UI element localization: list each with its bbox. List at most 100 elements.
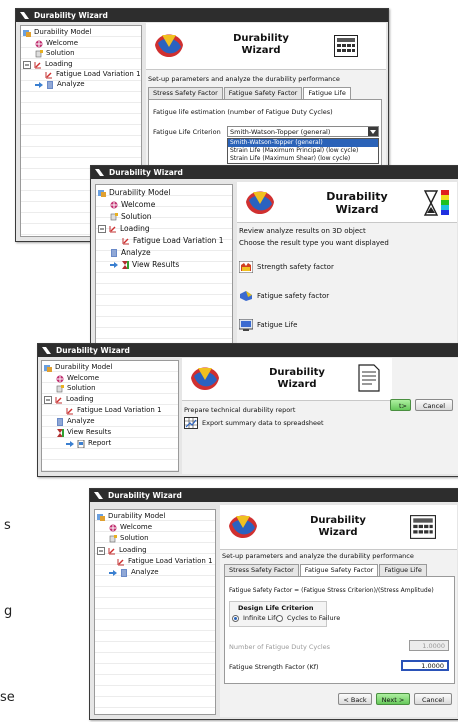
- tree-item-analyze[interactable]: Analyze: [35, 80, 85, 89]
- window-titlebar[interactable]: Durability Wizard: [16, 9, 388, 22]
- model-icon: [97, 513, 105, 521]
- tree-item-variation[interactable]: Fatigue Load Variation 1: [45, 70, 141, 79]
- tree-item-solution[interactable]: Solution: [110, 212, 152, 221]
- tree-item-analyze[interactable]: Analyze: [110, 248, 151, 257]
- next-button[interactable]: t>: [390, 399, 411, 411]
- wizard-menu-icon[interactable]: [20, 12, 29, 19]
- radio-cycles-to-failure[interactable]: Cycles to Failure: [276, 614, 340, 622]
- welcome-icon: [109, 524, 117, 531]
- tree-item-root[interactable]: Durability Model: [44, 363, 112, 372]
- chevron-down-icon[interactable]: [368, 127, 378, 136]
- tree-item-loading[interactable]: Loading: [97, 546, 147, 555]
- arrow-icon: [109, 569, 117, 576]
- result-option-strength[interactable]: Strength safety factor: [239, 261, 334, 273]
- wizard-window-view-results: Durability Wizard Durability Model Welco…: [90, 165, 458, 357]
- dropdown-option[interactable]: Strain Life (Maximum Principal) (low cyc…: [228, 147, 378, 155]
- tree-label: Analyze: [131, 568, 159, 576]
- collapse-icon[interactable]: [23, 60, 31, 69]
- loading-icon: [108, 547, 115, 554]
- tree-item-solution[interactable]: Solution: [35, 49, 75, 58]
- window-titlebar[interactable]: Durability Wizard: [38, 344, 458, 357]
- back-button[interactable]: < Back: [338, 693, 372, 705]
- wizard-menu-icon[interactable]: [95, 169, 104, 176]
- tree-label: Fatigue Load Variation 1: [128, 557, 213, 565]
- tree-label: Loading: [120, 224, 150, 233]
- tree-item-root[interactable]: Durability Model: [98, 188, 171, 197]
- tree-label: Welcome: [67, 374, 100, 382]
- criterion-label: Fatigue Life Criterion: [153, 128, 221, 136]
- tree-item-loading[interactable]: Loading: [23, 60, 73, 69]
- tree-item-view-results[interactable]: View Results: [110, 260, 179, 269]
- tree-item-solution[interactable]: Solution: [109, 534, 149, 543]
- spreadsheet-icon: [184, 417, 198, 429]
- cancel-button[interactable]: Cancel: [415, 399, 453, 411]
- tree-item-loading[interactable]: Loading: [98, 224, 150, 233]
- tree-label: Durability Model: [108, 512, 166, 520]
- strength-factor-input[interactable]: 1.0000: [401, 660, 449, 671]
- radio-infinite-life[interactable]: Infinite Life: [232, 614, 279, 622]
- wizard-window-fatigue-safety: Durability Wizard Durability Model Welco…: [89, 488, 458, 720]
- export-option[interactable]: Export summary data to spreadsheet: [184, 416, 324, 430]
- radio-label: Cycles to Failure: [287, 614, 341, 622]
- dropdown-option[interactable]: Smith-Watson-Topper (general): [228, 139, 378, 147]
- window-titlebar[interactable]: Durability Wizard: [91, 166, 458, 179]
- tree-item-variation[interactable]: Fatigue Load Variation 1: [122, 236, 224, 245]
- tree-item-welcome[interactable]: Welcome: [56, 374, 99, 383]
- tree-label: Solution: [46, 49, 75, 57]
- tree-item-variation[interactable]: Fatigue Load Variation 1: [66, 406, 162, 415]
- tree-item-loading[interactable]: Loading: [44, 395, 94, 404]
- window-title: Durability Wizard: [108, 491, 182, 500]
- option-label: Strength safety factor: [257, 263, 334, 271]
- window-titlebar[interactable]: Durability Wizard: [90, 489, 458, 502]
- tree-label: Analyze: [67, 417, 95, 425]
- instruction-text: Prepare technical durability report: [184, 406, 296, 414]
- tree-item-root[interactable]: Durability Model: [23, 28, 91, 37]
- result-option-fatigue-life[interactable]: Fatigue Life: [239, 319, 297, 331]
- cancel-button[interactable]: Cancel: [414, 693, 452, 705]
- wizard-title-line1: Durability: [233, 33, 289, 44]
- arrow-icon: [110, 261, 118, 268]
- tree-label: Durability Model: [55, 363, 113, 371]
- collapse-icon[interactable]: [98, 224, 106, 233]
- strength-factor-label: Fatigue Strength Factor (Kf): [229, 663, 319, 671]
- tree-item-view-results[interactable]: View Results: [56, 428, 111, 437]
- choose-text: Choose the result type you want displaye…: [239, 239, 389, 247]
- loading-icon: [55, 396, 62, 403]
- result-option-fatigue-safety[interactable]: Fatigue safety factor: [239, 290, 329, 302]
- tree-item-welcome[interactable]: Welcome: [109, 523, 152, 532]
- radio-button-checked[interactable]: [232, 614, 239, 622]
- tree-label: Analyze: [121, 248, 151, 257]
- tree-label: Analyze: [57, 80, 85, 88]
- radio-button[interactable]: [276, 614, 283, 622]
- solution-icon: [110, 212, 118, 220]
- next-button[interactable]: Next >: [376, 693, 410, 705]
- analyze-icon: [111, 248, 117, 257]
- wizard-header: Durability Wizard: [146, 23, 386, 70]
- tree-label: Solution: [67, 384, 96, 392]
- tree-item-solution[interactable]: Solution: [56, 384, 96, 393]
- tree-item-welcome[interactable]: Welcome: [35, 39, 78, 48]
- calculator-icon: [334, 35, 358, 57]
- tree-label: Durability Model: [109, 188, 171, 197]
- tree-label: Fatigue Load Variation 1: [77, 406, 162, 414]
- wizard-title-line2: Wizard: [277, 379, 317, 390]
- criterion-select[interactable]: Smith-Watson-Topper (general): [227, 126, 379, 137]
- collapse-icon[interactable]: [97, 546, 105, 555]
- dropdown-option[interactable]: Strain Life (Maximum Shear) (low cycle): [228, 155, 378, 163]
- tree-item-variation[interactable]: Fatigue Load Variation 1: [117, 557, 213, 566]
- tree-label: Welcome: [121, 200, 156, 209]
- wizard-menu-icon[interactable]: [42, 347, 51, 354]
- wizard-title-line1: Durability: [269, 367, 325, 378]
- wizard-title-line1: Durability: [310, 515, 366, 526]
- wizard-menu-icon[interactable]: [94, 492, 103, 499]
- wizard-title-line1: Durability: [326, 190, 388, 203]
- radio-label: Infinite Life: [243, 614, 280, 622]
- tree-item-analyze[interactable]: Analyze: [109, 568, 159, 577]
- tree-item-analyze[interactable]: Analyze: [56, 417, 95, 426]
- collapse-icon[interactable]: [44, 395, 52, 404]
- tree-item-root[interactable]: Durability Model: [97, 512, 165, 521]
- tree-item-welcome[interactable]: Welcome: [110, 200, 155, 209]
- fatigue-safety-factor-icon: [240, 291, 252, 301]
- duty-cycles-input[interactable]: 1.0000: [409, 640, 449, 651]
- tree-item-report[interactable]: Report: [66, 439, 111, 448]
